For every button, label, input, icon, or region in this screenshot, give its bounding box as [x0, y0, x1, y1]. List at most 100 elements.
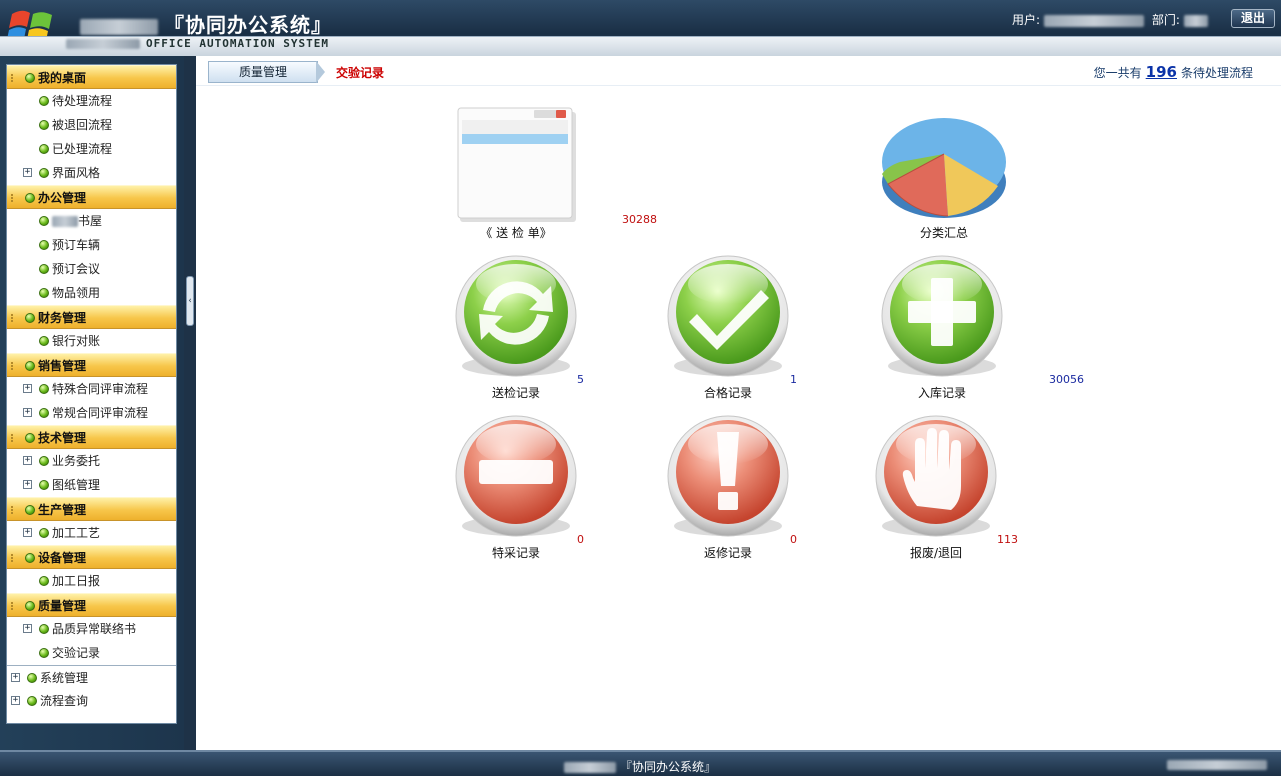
plus-icon: [881, 255, 1003, 377]
green-dot-icon: [39, 288, 49, 298]
sidebar-item-returned[interactable]: 被退回流程: [7, 113, 176, 137]
green-dot-icon: [39, 648, 49, 658]
sidebar-item-book-car[interactable]: 预订车辆: [7, 233, 176, 257]
tile-count-inspection-records: 5: [577, 373, 584, 386]
tile-label: 报废/退回: [909, 546, 963, 560]
green-dot-icon: [39, 624, 49, 634]
menu-group-office[interactable]: 办公管理: [7, 185, 176, 209]
expand-plus-icon[interactable]: +: [23, 480, 32, 489]
green-dot-icon: [39, 216, 49, 226]
tile-inspection-records[interactable]: 送检记录: [450, 254, 582, 400]
green-dot-icon: [25, 313, 35, 323]
refresh-icon: [455, 255, 577, 377]
tile-count-inspection-form: 30288: [622, 213, 657, 226]
form-window-icon: [457, 107, 576, 222]
sidebar-collapse-handle[interactable]: ‹: [186, 276, 194, 326]
sidebar-item-theme[interactable]: + 界面风格: [7, 161, 176, 185]
sidebar-item-daily-report[interactable]: 加工日报: [7, 569, 176, 593]
green-dot-icon: [39, 408, 49, 418]
sidebar-item-business-commission[interactable]: + 业务委托: [7, 449, 176, 473]
menu-group-sales[interactable]: 销售管理: [7, 353, 176, 377]
tile-inspection-form[interactable]: 《 送 检 单》: [448, 104, 584, 244]
checkmark-icon: [667, 255, 789, 377]
sidebar-frame: 我的桌面 待处理流程 被退回流程 已处理流程 + 界面风格 办公管理 书屋 预订车…: [0, 56, 184, 750]
tile-count-scrap-return-records: 113: [997, 533, 1018, 546]
tile-special-acceptance-records[interactable]: 特采记录: [450, 414, 582, 560]
tile-scrap-return-records[interactable]: 报废/退回: [870, 414, 1002, 560]
logout-button[interactable]: 退出: [1231, 9, 1275, 28]
tile-label: 特采记录: [491, 546, 540, 560]
sidebar-item-regular-contract[interactable]: + 常规合同评审流程: [7, 401, 176, 425]
sidebar-item-bank-reconcile[interactable]: 银行对账: [7, 329, 176, 353]
app-subtitle: OFFICE AUTOMATION SYSTEM: [66, 37, 329, 50]
menu-group-equipment[interactable]: 设备管理: [7, 545, 176, 569]
pie-chart-icon: [882, 118, 1006, 218]
tile-warehouse-records[interactable]: 入库记录: [876, 254, 1008, 400]
sidebar-item-processed[interactable]: 已处理流程: [7, 137, 176, 161]
tile-count-warehouse-records: 30056: [1049, 373, 1084, 386]
green-dot-icon: [39, 576, 49, 586]
menu-group-production[interactable]: 生产管理: [7, 497, 176, 521]
green-dot-icon: [39, 336, 49, 346]
expand-plus-icon[interactable]: +: [11, 696, 20, 705]
menu-group-finance[interactable]: 财务管理: [7, 305, 176, 329]
main-content: 质量管理 交验记录 您一共有 196 条待处理流程 《 送 检 单》 30288…: [196, 56, 1281, 750]
green-dot-icon: [25, 433, 35, 443]
sidebar-item-special-contract[interactable]: + 特殊合同评审流程: [7, 377, 176, 401]
redacted-company-name: [564, 762, 616, 773]
menu-group-tech[interactable]: 技术管理: [7, 425, 176, 449]
green-dot-icon: [25, 193, 35, 203]
sidebar-item-drawings[interactable]: + 图纸管理: [7, 473, 176, 497]
sidebar-item-system-admin[interactable]: + 系统管理: [7, 665, 176, 689]
user-label: 用户:: [1012, 13, 1041, 27]
pending-flows-notice: 您一共有 196 条待处理流程: [1093, 63, 1253, 81]
expand-plus-icon[interactable]: +: [23, 624, 32, 633]
menu-group-quality[interactable]: 质量管理: [7, 593, 176, 617]
expand-plus-icon[interactable]: +: [23, 528, 32, 537]
sidebar-item-inspection-records[interactable]: 交验记录: [7, 641, 176, 665]
sidebar-item-supplies[interactable]: 物品领用: [7, 281, 176, 305]
user-info: 用户: 部门:: [1012, 11, 1212, 28]
expand-plus-icon[interactable]: +: [23, 456, 32, 465]
breadcrumb-parent[interactable]: 质量管理: [208, 61, 318, 83]
green-dot-icon: [27, 673, 37, 683]
green-dot-icon: [25, 505, 35, 515]
redacted-footer-info: [1167, 760, 1267, 770]
green-dot-icon: [27, 696, 37, 706]
tile-label: 入库记录: [917, 386, 966, 400]
sidebar-item-process-craft[interactable]: + 加工工艺: [7, 521, 176, 545]
green-dot-icon: [39, 384, 49, 394]
expand-plus-icon[interactable]: +: [23, 408, 32, 417]
green-dot-icon: [39, 96, 49, 106]
pending-count-link[interactable]: 196: [1146, 63, 1177, 81]
green-dot-icon: [39, 264, 49, 274]
expand-plus-icon[interactable]: +: [23, 384, 32, 393]
green-dot-icon: [25, 361, 35, 371]
redacted-user-name: [1044, 14, 1145, 27]
tile-count-special-acceptance-records: 0: [577, 533, 584, 546]
footer-bar: 『协同办公系统』: [0, 750, 1281, 776]
green-dot-icon: [39, 144, 49, 154]
redacted-company-name: [80, 18, 158, 35]
sidebar-item-quality-anomaly[interactable]: + 品质异常联络书: [7, 617, 176, 641]
green-dot-icon: [39, 528, 49, 538]
exclamation-icon: [667, 415, 789, 537]
expand-plus-icon[interactable]: +: [23, 168, 32, 177]
green-dot-icon: [39, 240, 49, 250]
tile-count-rework-records: 0: [790, 533, 797, 546]
breadcrumb: 质量管理 交验记录 您一共有 196 条待处理流程: [196, 56, 1281, 86]
tile-qualified-records[interactable]: 合格记录: [662, 254, 794, 400]
tile-count-qualified-records: 1: [790, 373, 797, 386]
sidebar-item-book-meeting[interactable]: 预订会议: [7, 257, 176, 281]
tile-rework-records[interactable]: 返修记录: [662, 414, 794, 560]
tile-category-summary[interactable]: 分类汇总: [876, 104, 1012, 244]
menu-group-desktop[interactable]: 我的桌面: [7, 65, 176, 89]
sidebar-item-flow-query[interactable]: + 流程查询: [7, 689, 176, 713]
sidebar-item-pending[interactable]: 待处理流程: [7, 89, 176, 113]
minus-icon: [455, 415, 577, 537]
green-dot-icon: [39, 168, 49, 178]
header-bar: 『协同办公系统』 OFFICE AUTOMATION SYSTEM 用户: 部门…: [0, 0, 1281, 56]
sidebar-item-library[interactable]: 书屋: [7, 209, 176, 233]
expand-plus-icon[interactable]: +: [11, 673, 20, 682]
dept-label: 部门:: [1151, 13, 1180, 27]
